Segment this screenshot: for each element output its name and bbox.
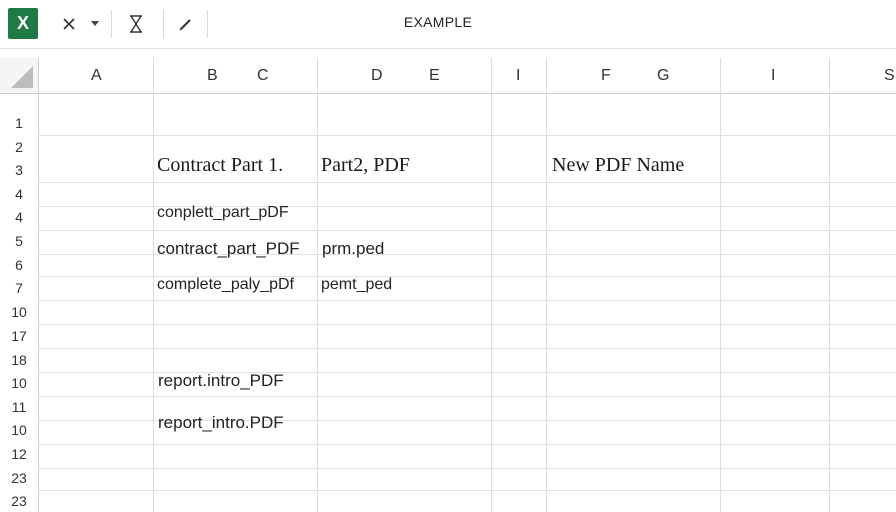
excel-logo-letter: X: [16, 13, 29, 33]
column-header-b[interactable]: B: [207, 58, 218, 94]
row-header[interactable]: 10: [0, 304, 38, 320]
column-header-i2[interactable]: I: [771, 58, 775, 94]
column-header-e[interactable]: E: [429, 58, 440, 94]
cell-d5[interactable]: prm.ped: [322, 239, 384, 259]
row-gridline: [38, 468, 896, 469]
toolbar-separator: [207, 10, 208, 38]
cell-d3[interactable]: Part2, PDF: [321, 154, 410, 177]
column-header-s[interactable]: S: [884, 58, 895, 94]
row-gridline: [38, 348, 896, 349]
cell-b11[interactable]: report_intro.PDF: [158, 413, 284, 433]
row-header[interactable]: 18: [0, 352, 38, 368]
cell-f3[interactable]: New PDF Name: [552, 154, 684, 177]
column-header-i[interactable]: I: [516, 58, 520, 94]
spreadsheet-grid: A B C D E I F G I S 1 2 3 4 4 5 6 7 10 1…: [0, 58, 896, 512]
column-header-c[interactable]: C: [257, 58, 269, 94]
row-gridline: [38, 324, 896, 325]
document-title: EXAMPLE: [403, 14, 473, 30]
dropdown-arrow-icon[interactable]: [88, 10, 102, 38]
hourglass-icon[interactable]: [124, 10, 148, 38]
row-header[interactable]: 5: [0, 233, 38, 249]
row-header[interactable]: 10: [0, 375, 38, 391]
toolbar-separator: [163, 10, 164, 38]
close-icon[interactable]: [58, 10, 80, 38]
row-header[interactable]: 4: [0, 209, 38, 225]
select-all-corner[interactable]: [0, 58, 38, 94]
row-gridline: [38, 300, 896, 301]
row-gridline: [38, 182, 896, 183]
row-gridline: [38, 135, 896, 136]
column-header-f[interactable]: F: [601, 58, 611, 94]
cell-b4[interactable]: conplett_part_pDF: [157, 204, 289, 222]
column-header-d[interactable]: D: [371, 58, 383, 94]
row-header[interactable]: 1: [0, 115, 38, 131]
row-header[interactable]: 23: [0, 493, 38, 509]
toolbar-separator: [111, 10, 112, 38]
row-header[interactable]: 2: [0, 139, 38, 155]
cell-b10[interactable]: report.intro_PDF: [158, 371, 284, 391]
row-gridline: [38, 490, 896, 491]
row-header[interactable]: 3: [0, 162, 38, 178]
row-gridline: [38, 396, 896, 397]
row-gridline: [38, 230, 896, 231]
column-header-a[interactable]: A: [91, 58, 102, 94]
row-header[interactable]: 17: [0, 328, 38, 344]
cell-b7[interactable]: complete_paly_pDf: [157, 276, 294, 294]
row-header[interactable]: 6: [0, 257, 38, 273]
row-gridline: [38, 444, 896, 445]
row-header[interactable]: 7: [0, 280, 38, 296]
cell-b3[interactable]: Contract Part 1.: [157, 154, 283, 177]
excel-logo-icon[interactable]: X: [8, 8, 38, 39]
cell-d7[interactable]: pemt_ped: [321, 276, 392, 294]
row-header[interactable]: 4: [0, 186, 38, 202]
pen-icon[interactable]: [174, 10, 198, 38]
column-header-g[interactable]: G: [657, 58, 669, 94]
row-header[interactable]: 23: [0, 470, 38, 486]
cell-b5[interactable]: contract_part_PDF: [157, 239, 300, 259]
row-header[interactable]: 11: [0, 399, 38, 415]
header-divider: [0, 93, 896, 94]
row-header[interactable]: 10: [0, 422, 38, 438]
title-bar: X EXAMPLE: [0, 0, 896, 49]
row-header[interactable]: 12: [0, 446, 38, 462]
